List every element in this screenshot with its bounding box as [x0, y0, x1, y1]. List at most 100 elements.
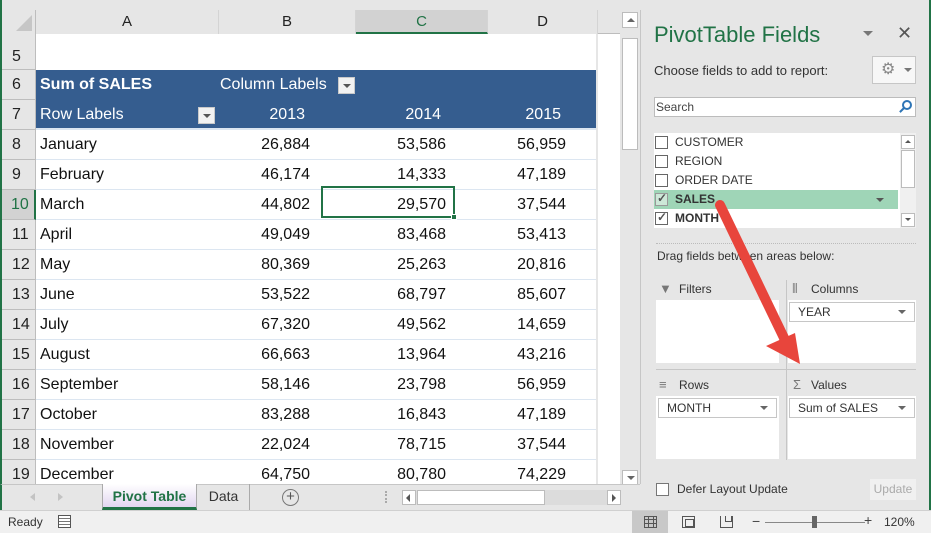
value-cell-2015[interactable]: 43,216: [517, 340, 566, 370]
search-input[interactable]: Search: [654, 97, 916, 117]
value-cell-2015[interactable]: 37,544: [517, 190, 566, 220]
values-drop-area[interactable]: Sum of SALES: [788, 396, 916, 459]
month-cell[interactable]: October: [40, 400, 97, 430]
field-item-month[interactable]: MONTH: [654, 209, 898, 228]
value-cell-2014[interactable]: 49,562: [397, 310, 446, 340]
value-cell-2014[interactable]: 78,715: [397, 430, 446, 460]
value-cell-2013[interactable]: 67,320: [261, 310, 310, 340]
chevron-down-icon[interactable]: [898, 406, 906, 410]
value-cell-2014[interactable]: 83,468: [397, 220, 446, 250]
field-checkbox[interactable]: [655, 136, 668, 149]
value-cell-2013[interactable]: 83,288: [261, 400, 310, 430]
month-cell[interactable]: September: [40, 370, 118, 400]
page-layout-view-button[interactable]: [670, 511, 706, 533]
scroll-left-button[interactable]: [402, 490, 416, 505]
rows-item-month[interactable]: MONTH: [658, 398, 777, 418]
filters-drop-area[interactable]: [656, 300, 779, 363]
row-header[interactable]: 16: [2, 370, 36, 400]
sheet-tab-data[interactable]: Data: [198, 484, 250, 510]
horizontal-scroll-thumb[interactable]: [417, 490, 545, 505]
zoom-in-button[interactable]: +: [864, 512, 872, 528]
field-checkbox[interactable]: [655, 155, 668, 168]
month-cell[interactable]: November: [40, 430, 114, 460]
row-header[interactable]: 7: [2, 100, 36, 130]
row-header[interactable]: 11: [2, 220, 36, 250]
row-header[interactable]: 12: [2, 250, 36, 280]
value-cell-2014[interactable]: 13,964: [397, 340, 446, 370]
month-cell[interactable]: June: [40, 280, 75, 310]
value-cell-2015[interactable]: 20,816: [517, 250, 566, 280]
column-header-b[interactable]: B: [219, 10, 356, 34]
page-break-view-button[interactable]: [708, 511, 744, 533]
column-header-d[interactable]: D: [488, 10, 598, 34]
row-header-active[interactable]: 10: [2, 190, 36, 220]
defer-layout-label[interactable]: Defer Layout Update: [677, 482, 788, 496]
next-sheet-icon[interactable]: [58, 493, 63, 501]
month-cell[interactable]: July: [40, 310, 68, 340]
chevron-down-icon[interactable]: [898, 310, 906, 314]
value-cell-2014[interactable]: 23,798: [397, 370, 446, 400]
rows-drop-area[interactable]: MONTH: [656, 396, 779, 459]
row-labels-filter-dropdown[interactable]: [198, 107, 215, 124]
horizontal-scrollbar[interactable]: [402, 490, 621, 505]
value-cell-2015[interactable]: 14,659: [517, 310, 566, 340]
update-button[interactable]: Update: [870, 479, 916, 500]
row-header[interactable]: 13: [2, 280, 36, 310]
value-cell-2013[interactable]: 80,369: [261, 250, 310, 280]
row-header[interactable]: 5: [2, 34, 36, 70]
tools-button[interactable]: ⚙: [872, 56, 916, 84]
month-cell[interactable]: April: [40, 220, 72, 250]
value-cell-2015[interactable]: 74,229: [517, 460, 566, 484]
month-cell[interactable]: March: [40, 190, 84, 220]
month-cell[interactable]: February: [40, 160, 104, 190]
value-cell-2013[interactable]: 26,884: [261, 130, 310, 160]
month-cell[interactable]: May: [40, 250, 70, 280]
value-cell-2013[interactable]: 58,146: [261, 370, 310, 400]
search-icon[interactable]: [902, 100, 912, 110]
row-header[interactable]: 8: [2, 130, 36, 160]
defer-layout-checkbox[interactable]: [656, 483, 669, 496]
scroll-up-button[interactable]: [622, 12, 638, 28]
add-sheet-icon[interactable]: +: [282, 489, 299, 506]
value-cell-2014[interactable]: 68,797: [397, 280, 446, 310]
field-scroll-thumb[interactable]: [901, 150, 915, 188]
field-dropdown-icon[interactable]: [876, 198, 884, 202]
normal-view-button[interactable]: [632, 511, 668, 533]
value-cell-2013[interactable]: 64,750: [261, 460, 310, 484]
row-header[interactable]: 18: [2, 430, 36, 460]
field-item-sales[interactable]: SALES: [654, 190, 898, 209]
value-cell-2015[interactable]: 85,607: [517, 280, 566, 310]
scroll-thumb[interactable]: [622, 38, 638, 150]
row-labels-header[interactable]: Row Labels: [40, 100, 124, 130]
year-header[interactable]: 2014: [405, 100, 441, 130]
column-labels-filter-dropdown[interactable]: [338, 77, 355, 94]
value-cell-2013[interactable]: 66,663: [261, 340, 310, 370]
prev-sheet-icon[interactable]: [30, 493, 35, 501]
field-scroll-up[interactable]: [901, 135, 915, 149]
value-cell-2015[interactable]: 47,189: [517, 400, 566, 430]
field-item-customer[interactable]: CUSTOMER: [654, 133, 898, 152]
value-cell-2015[interactable]: 56,959: [517, 370, 566, 400]
value-cell-2014[interactable]: 80,780: [397, 460, 446, 484]
row-header[interactable]: 6: [2, 70, 36, 100]
zoom-level[interactable]: 120%: [884, 515, 915, 529]
sheet-tab-pivot-table[interactable]: Pivot Table: [102, 484, 197, 510]
section-divider[interactable]: [656, 243, 916, 244]
month-cell[interactable]: August: [40, 340, 90, 370]
column-labels-header[interactable]: Column Labels: [220, 70, 327, 100]
row-header[interactable]: 9: [2, 160, 36, 190]
zoom-slider-thumb[interactable]: [812, 516, 817, 528]
value-cell-2013[interactable]: 46,174: [261, 160, 310, 190]
year-header[interactable]: 2015: [525, 100, 561, 130]
year-header[interactable]: 2013: [269, 100, 305, 130]
chevron-down-icon[interactable]: [760, 406, 768, 410]
value-field-header[interactable]: Sum of SALES: [40, 70, 152, 100]
select-all-corner[interactable]: [2, 10, 36, 34]
macro-recorder-icon[interactable]: [58, 515, 71, 528]
value-cell-2014[interactable]: 53,586: [397, 130, 446, 160]
worksheet-grid[interactable]: A B C D 5 6 7 8 9 10 11 12 13 14 15 16 1…: [0, 0, 620, 484]
row-header[interactable]: 14: [2, 310, 36, 340]
value-cell-2013[interactable]: 53,522: [261, 280, 310, 310]
row-header[interactable]: 17: [2, 400, 36, 430]
value-cell-2015[interactable]: 56,959: [517, 130, 566, 160]
